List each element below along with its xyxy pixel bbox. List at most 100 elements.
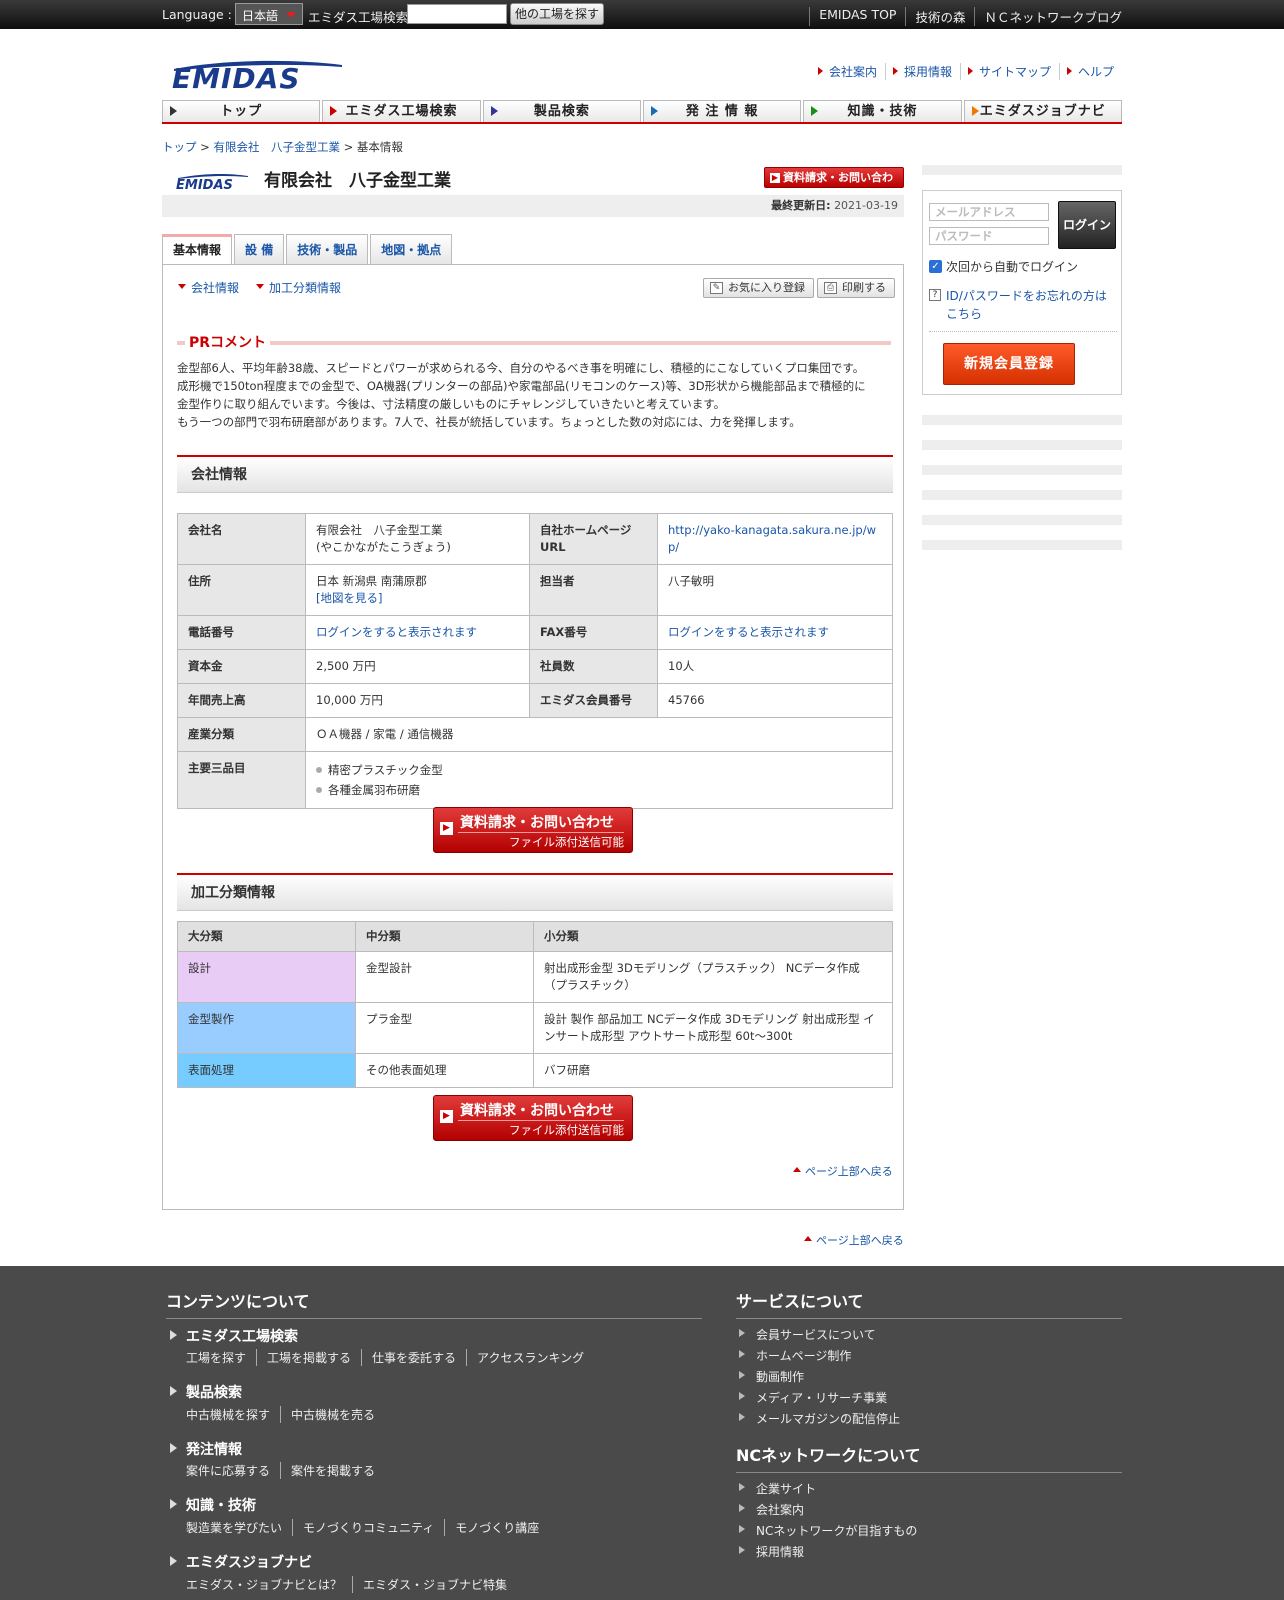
- emidas-small-logo: EMIDAS: [176, 173, 248, 190]
- fax-login-link[interactable]: ログインをすると表示されます: [668, 625, 829, 639]
- tech-forest-link[interactable]: 技術の森: [905, 7, 974, 26]
- company-info-link[interactable]: 会社案内: [811, 63, 885, 80]
- footer-link[interactable]: エミダス・ジョブナビとは？: [186, 1576, 352, 1593]
- password-field[interactable]: パスワード: [929, 227, 1049, 245]
- print-button[interactable]: ⎙ 印刷する: [817, 278, 895, 298]
- help-link[interactable]: ヘルプ: [1058, 63, 1122, 80]
- footer-category[interactable]: エミダスジョブナビ: [170, 1552, 312, 1572]
- email-field[interactable]: メールアドレス: [929, 203, 1049, 221]
- login-box: メールアドレス パスワード ログイン ✓ 次回から自動でログイン ? ID/パスワー…: [922, 190, 1122, 395]
- employees-value: 10人: [657, 649, 893, 684]
- auto-login-checkbox[interactable]: ✓ 次回から自動でログイン: [929, 258, 1078, 275]
- emidas-logo[interactable]: EMIDAS: [166, 57, 342, 90]
- language-select[interactable]: 日本語: [235, 3, 303, 25]
- company-info-heading: 会社情報: [177, 455, 893, 493]
- nc-blog-link[interactable]: ＮＣネットワークブログ: [974, 7, 1122, 26]
- forgot-password-link[interactable]: ? ID/パスワードをお忘れの方はこちら: [929, 287, 1117, 323]
- nav-factory-search[interactable]: エミダス工場検索: [322, 100, 481, 122]
- products-list: 精密プラスチック金型 各種金属羽布研磨: [305, 751, 893, 809]
- phone-login-link[interactable]: ログインをすると表示されます: [316, 625, 477, 639]
- sidebar-placeholder: [922, 165, 1122, 175]
- footer-category[interactable]: 知識・技術: [170, 1495, 256, 1515]
- footer-contents-heading: コンテンツについて: [166, 1288, 702, 1319]
- top-links: EMIDAS TOP 技術の森 ＮＣネットワークブログ: [809, 7, 1122, 26]
- svg-text:EMIDAS: EMIDAS: [176, 178, 233, 190]
- tab-basic-info[interactable]: 基本情報: [162, 234, 233, 265]
- footer-link[interactable]: 工場を掲載する: [256, 1349, 361, 1366]
- page-top-link-outer[interactable]: ページ上部へ戻る: [804, 1232, 904, 1248]
- footer-link[interactable]: 案件を掲載する: [280, 1462, 385, 1479]
- nav-product-search[interactable]: 製品検索: [482, 100, 641, 122]
- inquiry-button-bottom[interactable]: ▶ 資料請求・お問い合わせ ファイル添付送信可能: [433, 1095, 633, 1141]
- footer-link[interactable]: 製造業を学びたい: [186, 1519, 292, 1536]
- sidebar-placeholder: [922, 415, 1122, 425]
- footer-category[interactable]: 発注情報: [170, 1439, 242, 1459]
- footer-service-link[interactable]: ホームページ制作: [738, 1347, 851, 1364]
- tab-equipment[interactable]: 設 備: [234, 234, 285, 264]
- register-button[interactable]: 新規会員登録: [943, 343, 1075, 385]
- footer-link[interactable]: モノづくり講座: [444, 1519, 549, 1536]
- tab-bar: 基本情報 設 備 技術・製品 地図・拠点: [162, 234, 454, 265]
- question-icon: ?: [929, 289, 941, 301]
- footer-category[interactable]: エミダス工場検索: [170, 1326, 298, 1346]
- global-nav: トップ エミダス工場検索 製品検索 発 注 情 報 知識・技術 エミダスジョブナ…: [162, 100, 1122, 124]
- footer-link[interactable]: アクセスランキング: [466, 1349, 594, 1366]
- sitemap-link[interactable]: サイトマップ: [959, 63, 1059, 80]
- section-link-processing[interactable]: 加工分類情報: [255, 279, 341, 296]
- page-top-link[interactable]: ページ上部へ戻る: [793, 1163, 893, 1179]
- product-item: 各種金属羽布研磨: [316, 780, 882, 800]
- company-name-value: 有限会社 八子金型工業: [316, 523, 443, 537]
- nav-orders[interactable]: 発 注 情 報: [642, 100, 802, 122]
- breadcrumb-current: 基本情報: [356, 140, 403, 154]
- login-button[interactable]: ログイン: [1058, 201, 1116, 249]
- footer-service-link[interactable]: 会員サービスについて: [739, 1326, 876, 1343]
- footer-link[interactable]: 工場を探す: [186, 1349, 256, 1366]
- pr-heading: PRコメント: [177, 332, 891, 352]
- footer-link[interactable]: モノづくりコミュニティ: [292, 1519, 444, 1536]
- footer-nc-heading: NCネットワークについて: [736, 1442, 1122, 1473]
- footer: コンテンツについて エミダス工場検索 工場を探す 工場を掲載する 仕事を委託する…: [0, 1266, 1284, 1600]
- footer-service-link[interactable]: メディア・リサーチ事業: [738, 1389, 887, 1406]
- footer-link[interactable]: 中古機械を売る: [280, 1406, 385, 1423]
- favorite-button[interactable]: ✎ お気に入り登録: [703, 278, 814, 298]
- tab-tech-products[interactable]: 技術・製品: [286, 234, 369, 264]
- top-bar: Language : 日本語 エミダス工場検索 他の工場を探す EMIDAS T…: [0, 0, 1284, 29]
- footer-service-link[interactable]: 動画制作: [738, 1368, 804, 1385]
- breadcrumb-top[interactable]: トップ: [162, 140, 197, 154]
- factory-search-input[interactable]: [407, 4, 507, 24]
- nav-knowledge[interactable]: 知識・技術: [803, 100, 962, 122]
- section-link-company[interactable]: 会社情報: [177, 279, 239, 296]
- map-link[interactable]: [地図を見る]: [316, 590, 519, 607]
- inquiry-button-small[interactable]: 資料請求・お問い合わせ: [764, 167, 904, 203]
- footer-link[interactable]: エミダス・ジョブナビ特集: [352, 1576, 517, 1593]
- footer-nc-link[interactable]: 企業サイト: [738, 1480, 816, 1497]
- emidas-top-link[interactable]: EMIDAS TOP: [809, 7, 905, 26]
- recruit-link[interactable]: 採用情報: [884, 63, 960, 80]
- sidebar-placeholder: [922, 465, 1122, 475]
- footer-service-link[interactable]: メールマガジンの配信停止: [738, 1410, 900, 1427]
- footer-nc-link[interactable]: 採用情報: [738, 1543, 804, 1560]
- header-links: 会社案内 採用情報 サイトマップ ヘルプ: [811, 63, 1122, 80]
- middle-category: その他表面処理: [355, 1053, 534, 1088]
- footer-nc-link[interactable]: NCネットワークが目指すもの: [738, 1522, 917, 1539]
- footer-nc-link[interactable]: 会社案内: [738, 1501, 804, 1518]
- nav-arrow-icon: [170, 106, 177, 116]
- inquiry-button[interactable]: ▶ 資料請求・お問い合わせ ファイル添付送信可能: [433, 807, 633, 853]
- footer-link[interactable]: 仕事を委託する: [361, 1349, 466, 1366]
- footer-link[interactable]: 中古機械を探す: [186, 1406, 280, 1423]
- sidebar-placeholder: [922, 440, 1122, 450]
- footer-link[interactable]: 案件に応募する: [186, 1462, 280, 1479]
- address-value: 日本 新潟県 南蒲原郡: [316, 574, 427, 588]
- factory-search-button[interactable]: 他の工場を探す: [510, 3, 604, 25]
- nav-top[interactable]: トップ: [162, 100, 321, 122]
- footer-category[interactable]: 製品検索: [170, 1382, 242, 1402]
- breadcrumb-company[interactable]: 有限会社 八子金型工業: [213, 140, 340, 154]
- processing-table: 大分類 中分類 小分類 設計 金型設計 射出成形金型 3Dモデリング（プラスチッ…: [177, 921, 893, 1088]
- last-updated: 最終更新日: 2021-03-19: [162, 195, 904, 217]
- pencil-icon: ✎: [710, 282, 723, 294]
- tab-map-locations[interactable]: 地図・拠点: [370, 234, 453, 264]
- nav-jobnavi[interactable]: エミダスジョブナビ: [963, 100, 1122, 122]
- product-item: 精密プラスチック金型: [316, 760, 882, 780]
- homepage-url-link[interactable]: http://yako-kanagata.sakura.ne.jp/wp/: [668, 523, 876, 554]
- nav-arrow-icon: [490, 106, 498, 116]
